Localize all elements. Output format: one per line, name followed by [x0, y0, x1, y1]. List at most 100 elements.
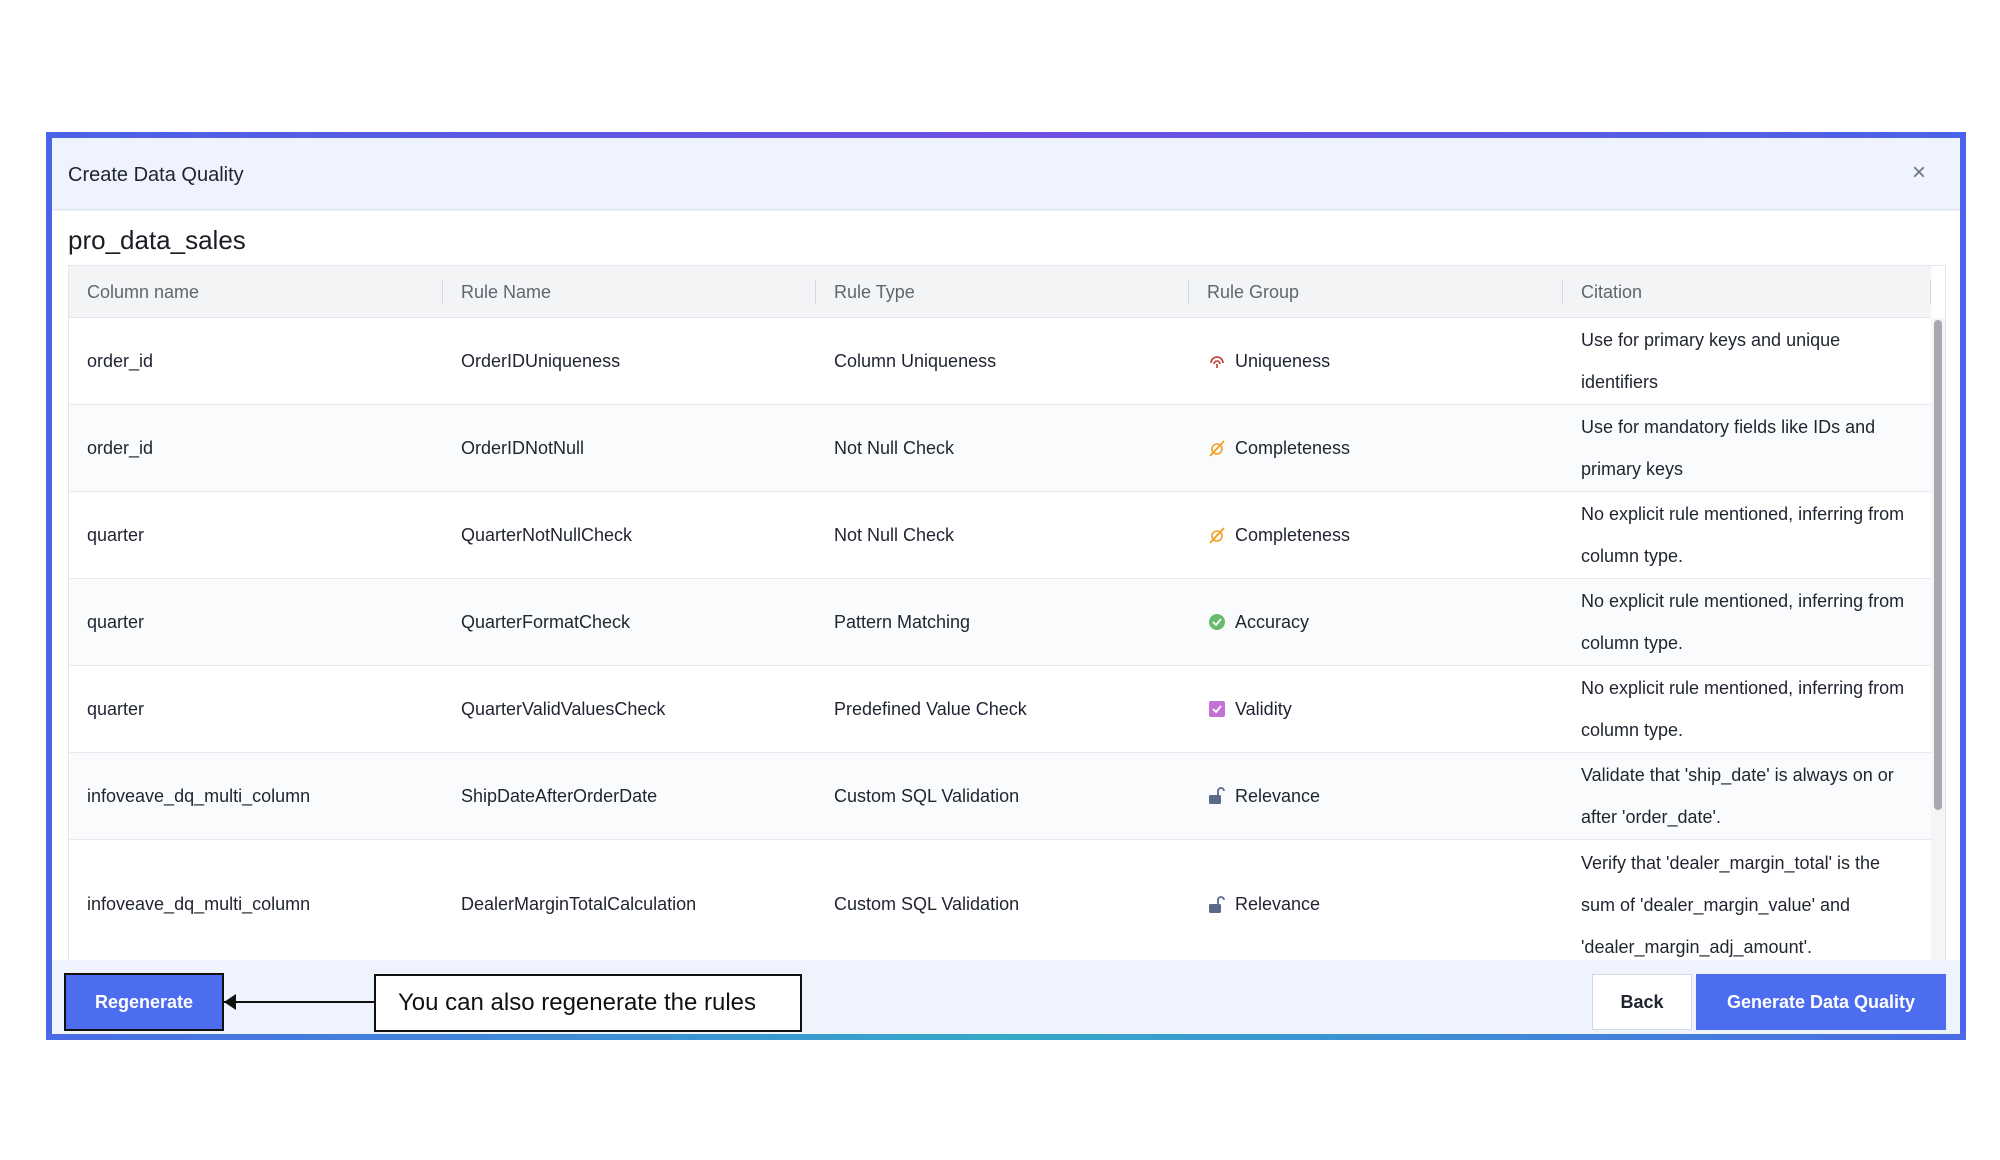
cell-citation-text: Verify that 'dealer_margin_total' is the… — [1581, 852, 1881, 957]
cell-rule-type-text: Pattern Matching — [834, 611, 971, 632]
cell-rule-group-text: Relevance — [1235, 785, 1321, 806]
dialog-header: Create Data Quality × — [52, 138, 1960, 210]
cell-rule-group-text: Relevance — [1235, 894, 1321, 914]
cell-column-name-text: order_id — [87, 437, 154, 458]
column-header-column-name: Column name — [69, 266, 443, 318]
callout-arrow-line — [224, 1001, 374, 1003]
slash-icon — [1207, 438, 1227, 458]
cell-column-name: quarter — [69, 579, 443, 665]
cell-rule-name-text: OrderIDUniqueness — [461, 350, 621, 371]
cell-rule-name: QuarterNotNullCheck — [443, 492, 816, 578]
cell-rule-group: Validity — [1189, 666, 1563, 752]
cell-citation: No explicit rule mentioned, inferring fr… — [1563, 579, 1931, 665]
rules-table: Column name Rule Name Rule Type Rule Gro… — [68, 265, 1946, 972]
cell-citation-text: Use for mandatory fields like IDs and pr… — [1581, 417, 1876, 479]
cell-rule-group: Relevance — [1189, 753, 1563, 839]
cell-citation-text: No explicit rule mentioned, inferring fr… — [1581, 504, 1905, 566]
cell-rule-name: QuarterFormatCheck — [443, 579, 816, 665]
cell-rule-type: Custom SQL Validation — [816, 753, 1189, 839]
cell-rule-type: Predefined Value Check — [816, 666, 1189, 752]
close-icon[interactable]: × — [1904, 158, 1934, 188]
cell-rule-type-text: Predefined Value Check — [834, 698, 1027, 719]
column-header-rule-type: Rule Type — [816, 266, 1189, 318]
cell-rule-type-text: Custom SQL Validation — [834, 785, 1020, 806]
cell-column-name: order_id — [69, 405, 443, 491]
dialog-footer: Regenerate You can also regenerate the r… — [52, 960, 1960, 1034]
column-header-rule-name: Rule Name — [443, 266, 816, 318]
unlock-icon — [1207, 786, 1227, 806]
cell-rule-group: Relevance — [1189, 840, 1563, 969]
cell-rule-type-text: Column Uniqueness — [834, 350, 997, 371]
cell-rule-name-text: OrderIDNotNull — [461, 437, 585, 458]
cell-column-name: infoveave_dq_multi_column — [69, 840, 443, 969]
regenerate-callout: You can also regenerate the rules — [374, 974, 802, 1032]
cell-rule-type: Not Null Check — [816, 405, 1189, 491]
cell-column-name-text: quarter — [87, 698, 145, 719]
cell-rule-type: Column Uniqueness — [816, 318, 1189, 404]
table-name: pro_data_sales — [68, 225, 246, 255]
cell-rule-group-text: Uniqueness — [1235, 350, 1331, 371]
cell-rule-type-text: Not Null Check — [834, 437, 955, 458]
table-row: quarter QuarterNotNullCheck Not Null Check… — [69, 492, 1931, 579]
cell-rule-group: Completeness — [1189, 492, 1563, 578]
cell-rule-type: Not Null Check — [816, 492, 1189, 578]
column-header-citation: Citation — [1563, 266, 1931, 318]
cell-citation: Use for primary keys and unique identifi… — [1563, 318, 1931, 404]
cell-citation: Verify that 'dealer_margin_total' is the… — [1563, 840, 1931, 969]
cell-column-name: quarter — [69, 492, 443, 578]
scrollbar-thumb[interactable] — [1934, 320, 1942, 810]
dialog-title: Create Data Quality — [68, 164, 244, 186]
cell-rule-group-text: Completeness — [1235, 437, 1351, 458]
cell-citation-text: No explicit rule mentioned, inferring fr… — [1581, 678, 1905, 740]
cell-rule-type: Pattern Matching — [816, 579, 1189, 665]
cell-rule-type-text: Custom SQL Validation — [834, 894, 1020, 914]
cell-rule-name: ShipDateAfterOrderDate — [443, 753, 816, 839]
unlock-icon — [1207, 895, 1227, 915]
cell-rule-name: OrderIDUniqueness — [443, 318, 816, 404]
cell-citation: No explicit rule mentioned, inferring fr… — [1563, 666, 1931, 752]
cell-rule-name: OrderIDNotNull — [443, 405, 816, 491]
cell-citation-text: Validate that 'ship_date' is always on o… — [1581, 765, 1894, 827]
callout-arrow-head — [224, 994, 236, 1010]
slash-icon — [1207, 525, 1227, 545]
table-row: infoveave_dq_multi_column ShipDateAfterOr… — [69, 753, 1931, 840]
cell-column-name: order_id — [69, 318, 443, 404]
table-header: Column name Rule Name Rule Type Rule Gro… — [69, 266, 1931, 318]
cell-rule-name-text: DealerMarginTotalCalculation — [461, 894, 697, 914]
table-row: quarter QuarterValidValuesCheck Predefined… — [69, 666, 1931, 753]
table-row: infoveave_dq_multi_column DealerMarginTot… — [69, 840, 1931, 970]
column-header-rule-group: Rule Group — [1189, 266, 1563, 318]
cell-rule-type: Custom SQL Validation — [816, 840, 1189, 969]
cell-column-name-text: quarter — [87, 524, 145, 545]
cell-rule-group: Completeness — [1189, 405, 1563, 491]
regenerate-button[interactable]: Regenerate — [64, 973, 224, 1031]
cell-column-name-text: quarter — [87, 611, 145, 632]
cell-column-name-text: order_id — [87, 350, 154, 371]
dialog-frame: Create Data Quality × pro_data_sales Col… — [46, 132, 1966, 1040]
cell-column-name-text: infoveave_dq_multi_column — [87, 894, 311, 914]
cell-column-name: infoveave_dq_multi_column — [69, 753, 443, 839]
cell-citation-text: No explicit rule mentioned, inferring fr… — [1581, 591, 1905, 653]
cell-citation: Validate that 'ship_date' is always on o… — [1563, 753, 1931, 839]
cell-column-name-text: infoveave_dq_multi_column — [87, 785, 311, 806]
cell-rule-name-text: QuarterValidValuesCheck — [461, 698, 666, 719]
cell-rule-group-text: Accuracy — [1235, 611, 1310, 632]
cell-rule-name: DealerMarginTotalCalculation — [443, 840, 816, 969]
check-circle-icon — [1207, 612, 1227, 632]
create-data-quality-dialog: Create Data Quality × pro_data_sales Col… — [52, 138, 1960, 1034]
cell-citation-text: Use for primary keys and unique identifi… — [1581, 330, 1841, 392]
cell-rule-group-text: Completeness — [1235, 524, 1351, 545]
checkbox-icon — [1207, 699, 1227, 719]
cell-citation: No explicit rule mentioned, inferring fr… — [1563, 492, 1931, 578]
table-row: order_id OrderIDUniqueness Column Uniquene… — [69, 318, 1931, 405]
back-button[interactable]: Back — [1592, 974, 1692, 1030]
cell-citation: Use for mandatory fields like IDs and pr… — [1563, 405, 1931, 491]
cell-rule-group-text: Validity — [1235, 698, 1292, 719]
fingerprint-icon — [1207, 351, 1227, 371]
table-body: order_id OrderIDUniqueness Column Uniquene… — [69, 318, 1931, 970]
cell-rule-name: QuarterValidValuesCheck — [443, 666, 816, 752]
cell-rule-name-text: QuarterFormatCheck — [461, 611, 631, 632]
cell-column-name: quarter — [69, 666, 443, 752]
cell-rule-name-text: QuarterNotNullCheck — [461, 524, 633, 545]
generate-data-quality-button[interactable]: Generate Data Quality — [1696, 974, 1946, 1030]
